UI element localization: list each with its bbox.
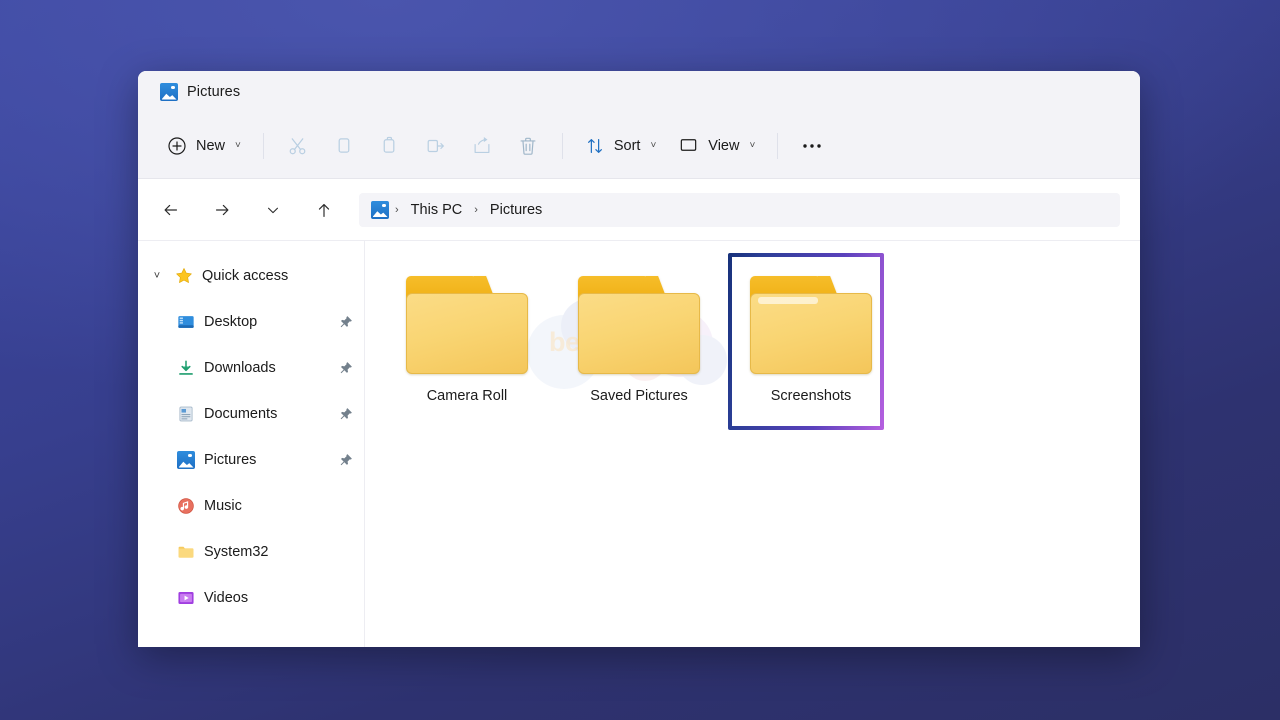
- command-bar: New ˅ Sort ˅ View ˅: [138, 113, 1140, 179]
- chevron-down-icon: ˅: [749, 140, 756, 151]
- sidebar-item-desktop[interactable]: Desktop: [138, 299, 364, 345]
- breadcrumb-pictures[interactable]: Pictures: [484, 200, 548, 220]
- pictures-icon: [176, 450, 196, 470]
- pin-icon[interactable]: [338, 407, 354, 421]
- documents-icon: [176, 404, 196, 424]
- file-item-camera-roll[interactable]: Camera Roll: [381, 263, 553, 440]
- plus-circle-icon: [167, 136, 187, 156]
- address-bar[interactable]: › This PC › Pictures: [359, 192, 1120, 227]
- sidebar-item-system32[interactable]: System32: [138, 529, 364, 575]
- chevron-down-icon: ˅: [650, 140, 657, 151]
- chevron-down-icon: [265, 202, 281, 218]
- sort-arrows-icon: [585, 136, 605, 156]
- download-icon: [176, 358, 196, 378]
- desktop-icon: [176, 312, 196, 332]
- up-button[interactable]: [307, 193, 341, 227]
- file-item-label: Screenshots: [770, 388, 852, 404]
- items-grid: Camera Roll Saved Pictures Screenshots: [381, 263, 1140, 440]
- forward-button[interactable]: [205, 193, 239, 227]
- arrow-left-icon: [161, 200, 181, 220]
- new-button-label: New: [196, 137, 226, 154]
- chevron-down-icon[interactable]: ˅: [148, 270, 166, 282]
- cut-button[interactable]: [275, 128, 321, 164]
- navigation-pane: ˅ Quick access Desktop Downloads Documen…: [138, 241, 365, 647]
- toolbar-divider-1: [262, 132, 264, 159]
- breadcrumb-separator: ›: [474, 203, 478, 216]
- title-bar: Pictures: [138, 71, 1140, 113]
- music-icon: [176, 496, 196, 516]
- star-icon: [174, 266, 194, 286]
- share-icon: [471, 135, 493, 157]
- sidebar-item-label: Downloads: [204, 360, 276, 376]
- paste-icon: [379, 135, 400, 156]
- rename-button[interactable]: [413, 128, 459, 164]
- folder-icon: [750, 276, 872, 374]
- pictures-icon: [160, 83, 178, 101]
- videos-icon: [176, 588, 196, 608]
- copy-button[interactable]: [321, 128, 367, 164]
- see-more-button[interactable]: [789, 128, 835, 164]
- sidebar-item-label: Documents: [204, 406, 278, 422]
- pin-icon[interactable]: [338, 315, 354, 329]
- pictures-icon: [371, 200, 389, 219]
- new-button[interactable]: New ˅: [156, 128, 252, 164]
- pin-icon[interactable]: [338, 453, 354, 467]
- pin-icon[interactable]: [338, 361, 354, 375]
- breadcrumb-this-pc[interactable]: This PC: [405, 200, 469, 220]
- sidebar-item-pictures[interactable]: Pictures: [138, 437, 364, 483]
- delete-button[interactable]: [505, 128, 551, 164]
- chevron-down-icon: ˅: [235, 140, 241, 151]
- sidebar-item-downloads[interactable]: Downloads: [138, 345, 364, 391]
- arrow-right-icon: [212, 200, 232, 220]
- folder-icon: [176, 542, 196, 562]
- file-list-pane[interactable]: bersistem · · · · · Camera Roll Sa: [365, 241, 1140, 647]
- window-title: Pictures: [187, 84, 241, 100]
- sort-button-label: Sort: [613, 137, 641, 154]
- scissors-icon: [287, 135, 308, 156]
- sidebar-item-label: Pictures: [204, 452, 257, 468]
- folder-icon: [406, 276, 528, 374]
- sidebar-item-label: Music: [204, 498, 242, 514]
- sidebar-item-label: System32: [204, 544, 269, 560]
- sidebar-item-documents[interactable]: Documents: [138, 391, 364, 437]
- view-button-label: View: [708, 137, 740, 154]
- ellipsis-icon: [801, 142, 823, 150]
- sidebar-item-music[interactable]: Music: [138, 483, 364, 529]
- file-item-label: Camera Roll: [426, 388, 508, 404]
- file-explorer-window: Pictures New ˅ Sort ˅ View ˅ › This PC ›…: [138, 71, 1140, 647]
- copy-icon: [333, 135, 354, 156]
- file-item-saved-pictures[interactable]: Saved Pictures: [553, 263, 725, 440]
- window-body: ˅ Quick access Desktop Downloads Documen…: [138, 241, 1140, 647]
- paste-button[interactable]: [367, 128, 413, 164]
- folder-icon: [578, 276, 700, 374]
- sidebar-item-quick-access[interactable]: ˅ Quick access: [138, 253, 364, 299]
- recent-locations-button[interactable]: [256, 193, 290, 227]
- file-item-label: Saved Pictures: [590, 388, 688, 404]
- sidebar-item-videos[interactable]: Videos: [138, 575, 364, 621]
- file-item-screenshots[interactable]: Screenshots: [725, 263, 897, 440]
- toolbar-divider-2: [561, 132, 563, 159]
- breadcrumb-separator: ›: [395, 203, 399, 216]
- sort-button[interactable]: Sort ˅: [574, 128, 667, 164]
- view-button[interactable]: View ˅: [667, 128, 766, 164]
- sidebar-item-label: Desktop: [204, 314, 258, 330]
- navigation-bar: › This PC › Pictures: [138, 179, 1140, 241]
- rename-icon: [425, 135, 447, 157]
- tab-pictures[interactable]: Pictures: [150, 79, 250, 105]
- back-button[interactable]: [154, 193, 188, 227]
- sidebar-item-label: Videos: [204, 590, 249, 606]
- view-monitor-icon: [678, 135, 699, 156]
- sidebar-item-label: Quick access: [202, 268, 289, 284]
- trash-icon: [517, 135, 539, 157]
- share-button[interactable]: [459, 128, 505, 164]
- arrow-up-icon: [314, 200, 334, 220]
- toolbar-divider-3: [777, 132, 779, 159]
